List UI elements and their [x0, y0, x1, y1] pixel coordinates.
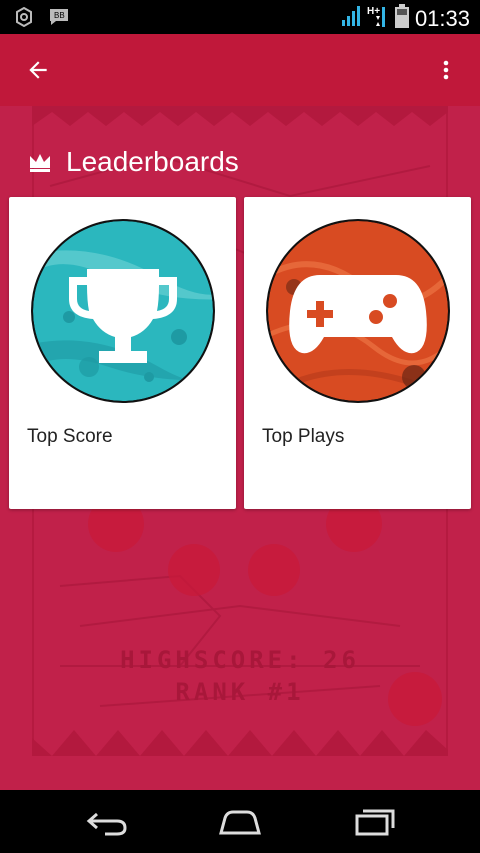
home-icon [219, 810, 261, 835]
network-hplus-icon: H+ [367, 4, 389, 33]
status-right: H+ 01:33 [341, 4, 470, 33]
leaderboard-card-top-score[interactable]: Top Score [9, 197, 236, 509]
arrow-left-icon [29, 61, 47, 79]
signal-icon [341, 5, 361, 32]
background-chart-button [168, 544, 220, 596]
leaderboard-card-top-plays[interactable]: Top Plays [244, 197, 471, 509]
battery-icon [394, 4, 409, 33]
zigzag-top-decoration [32, 106, 448, 126]
nav-home-button[interactable] [210, 802, 270, 842]
page-title: Leaderboards [66, 146, 239, 177]
background-rank-text: RANK #1 [175, 678, 305, 706]
background-trophy-button [248, 544, 300, 596]
status-time: 01:33 [414, 5, 470, 31]
overflow-menu-button[interactable] [426, 50, 466, 90]
status-left: BB [14, 6, 70, 32]
more-vert-icon [443, 60, 449, 80]
navigation-bar [0, 790, 480, 853]
leaderboard-label-top-plays: Top Plays [262, 426, 345, 447]
crown-icon [30, 154, 50, 172]
nav-recents-button[interactable] [344, 802, 404, 842]
gamepad-icon [266, 219, 450, 403]
svg-text:H+: H+ [367, 6, 380, 17]
zigzag-bottom-decoration [32, 730, 448, 756]
trophy-icon [31, 219, 215, 403]
bbm-icon: BB [48, 7, 70, 32]
status-bar: BB H+ 01:33 [0, 0, 480, 34]
back-icon [86, 812, 127, 836]
recents-icon [355, 809, 395, 836]
svg-text:BB: BB [54, 11, 65, 20]
app-bar [0, 34, 480, 106]
background-highscore-text: HIGHSCORE: 26 [120, 646, 360, 674]
leaderboard-label-top-score: Top Score [27, 426, 113, 447]
nav-back-button[interactable] [76, 802, 136, 842]
settings-gear-icon [14, 6, 34, 32]
leaderboards-heading: Leaderboards [28, 146, 239, 178]
back-button[interactable] [18, 50, 58, 90]
